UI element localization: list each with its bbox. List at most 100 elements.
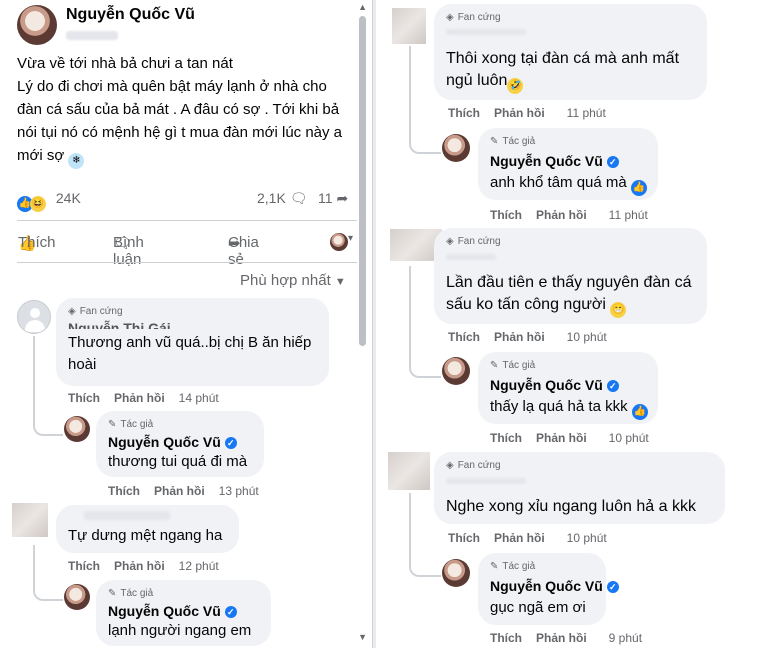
comment-time[interactable]: 12 phút (179, 559, 219, 573)
comment-time[interactable]: 10 phút (567, 531, 607, 545)
comment-reply-button[interactable]: Phản hồi (114, 559, 165, 573)
commenter-name-redacted[interactable] (446, 478, 526, 484)
reply-thread-line (409, 266, 441, 378)
comment-sort-dropdown[interactable]: Phù hợp nhất ▼ (240, 272, 346, 289)
comment-like-button[interactable]: Thích (448, 330, 480, 344)
comment-actions: Thích Phản hồi 11 phút (448, 106, 606, 120)
comment-reply-button[interactable]: Phản hồi (114, 391, 165, 405)
reply-author-name[interactable]: Nguyễn Quốc Vũ ✓ (108, 434, 237, 450)
chevron-down-icon: ▾ (348, 233, 354, 244)
author-avatar[interactable] (442, 357, 470, 385)
author-avatar[interactable] (442, 134, 470, 162)
reaction-count: 24K (55, 190, 81, 206)
commenter-name[interactable]: Nguyễn Thị Gái (68, 320, 171, 329)
author-badge: ✎ Tác giả (490, 561, 535, 572)
reply-author-name-text: Nguyễn Quốc Vũ (490, 377, 603, 393)
fan-badge: ◈ Fan cứng (446, 12, 501, 23)
author-avatar[interactable] (64, 584, 90, 610)
reply-bubble: ✎ Tác giả Nguyễn Quốc Vũ ✓ gục ngã em ơi (478, 553, 619, 625)
reply-bubble: ✎ Tác giả Nguyễn Quốc Vũ ✓ anh khổ tâm quá… (478, 128, 658, 200)
comment-bubble: ◈ Fan cứng Nghe xong xỉu ngang luôn hả a … (434, 452, 725, 524)
comment-actions: Thích Phản hồi 10 phút (448, 330, 607, 344)
post-body-line: Vừa về tới nhà bả chưi a tan nát (17, 55, 233, 72)
reply-like-button[interactable]: Thích (490, 431, 522, 445)
scroll-up-arrow-icon[interactable]: ▲ (358, 2, 367, 12)
reply-time[interactable]: 11 phút (609, 208, 648, 222)
comments-panel: ◈ Fan cứng Thôi xong tại đàn cá mà anh mấ… (376, 0, 780, 648)
reply-time[interactable]: 13 phút (219, 484, 259, 498)
author-badge-label: Tác giả (502, 136, 536, 147)
commenter-name-text: Nguyễn Thị Gái (68, 320, 171, 329)
reply-like-button[interactable]: Thích (490, 208, 522, 222)
like-reaction-icon: 👍 (631, 404, 648, 420)
comment-time[interactable]: 11 phút (567, 106, 606, 120)
author-avatar[interactable] (64, 416, 90, 442)
reply-like-button[interactable]: Thích (108, 484, 140, 498)
comment-like-button[interactable]: Thích (68, 391, 100, 405)
commenter-avatar[interactable] (17, 300, 51, 334)
reply-author-name-text: Nguyễn Quốc Vũ (108, 603, 221, 619)
reply-bubble: ✎ Tác giả Nguyễn Quốc Vũ ✓ thấy lạ quá hả … (478, 352, 658, 424)
diamond-icon: ◈ (68, 306, 76, 317)
reply-bubble: ✎ Tác giả Nguyễn Quốc Vũ ✓ lạnh người ngan… (96, 580, 271, 646)
comment-actions: Thích Phản hồi 10 phút (448, 531, 607, 545)
pencil-icon: ✎ (490, 136, 499, 147)
comment-reply-button[interactable]: Phản hồi (494, 106, 545, 120)
reply-like-button[interactable]: Thích (490, 631, 522, 645)
reply-actions: Thích Phản hồi 9 phút (490, 631, 642, 645)
comment-like-button[interactable]: Thích (448, 531, 480, 545)
reply-author-name[interactable]: Nguyễn Quốc Vũ ✓ (490, 153, 619, 169)
reply-actions: Thích Phản hồi 13 phút (108, 484, 259, 498)
reply-reply-button[interactable]: Phản hồi (154, 484, 205, 498)
reply-time[interactable]: 10 phút (609, 431, 649, 445)
reply-reply-button[interactable]: Phản hồi (536, 631, 587, 645)
reply-time[interactable]: 9 phút (609, 631, 642, 645)
scroll-down-arrow-icon[interactable]: ▼ (358, 632, 367, 642)
comment-reply-button[interactable]: Phản hồi (494, 330, 545, 344)
author-avatar[interactable] (17, 5, 57, 45)
comment-icon: 🗨 (289, 190, 308, 206)
commenter-avatar[interactable] (392, 8, 426, 44)
divider (17, 262, 357, 263)
share-count-group[interactable]: 11 ➦ (318, 190, 348, 207)
comment-text-content: ngủ luôn (446, 72, 508, 89)
scrollbar[interactable] (359, 16, 366, 346)
reply-author-name[interactable]: Nguyễn Quốc Vũ ✓ (490, 377, 619, 393)
reply-reply-button[interactable]: Phản hồi (536, 208, 587, 222)
author-badge-label: Tác giả (120, 419, 154, 430)
diamond-icon: ◈ (446, 236, 454, 247)
reply-text: lạnh người ngang em 😆 (108, 620, 271, 648)
reaction-summary[interactable]: 👍😆 24K (17, 190, 81, 212)
comment-like-button[interactable]: Thích (448, 106, 480, 120)
reply-text: thương tui quá đi mà (108, 453, 248, 470)
verified-badge-icon: ✓ (606, 581, 619, 593)
author-badge: ✎ Tác giả (108, 419, 153, 430)
reply-author-name[interactable]: Nguyễn Quốc Vũ ✓ (490, 578, 619, 594)
comment-like-button[interactable]: Thích (68, 559, 100, 573)
author-avatar[interactable] (442, 559, 470, 587)
fan-badge-label: Fan cứng (457, 460, 501, 471)
reply-reply-button[interactable]: Phản hồi (536, 431, 587, 445)
post-panel: ▲ ▼ Nguyễn Quốc Vũ Vừa về tới nhà bả chư… (0, 0, 373, 648)
reply-text: gục ngã em ơi (490, 599, 586, 616)
share-count: 11 (318, 190, 333, 206)
audience-selector[interactable]: ▾ (330, 233, 353, 251)
commenter-name-redacted[interactable] (84, 511, 170, 520)
commenter-avatar[interactable] (12, 503, 48, 537)
comment-reply-button[interactable]: Phản hồi (494, 531, 545, 545)
post-author-name[interactable]: Nguyễn Quốc Vũ (66, 6, 195, 24)
fan-badge: ◈ Fan cứng (446, 236, 501, 247)
commenter-name-redacted[interactable] (446, 29, 526, 35)
commenter-avatar[interactable] (388, 452, 430, 490)
comment-text-line: Lần đầu tiên e thấy nguyên đàn cá (446, 274, 692, 291)
caret-down-icon: ▼ (334, 276, 346, 288)
comment-time[interactable]: 10 phút (567, 330, 607, 344)
comment-bubble: Tự dưng mệt ngang ha (56, 505, 239, 553)
comment-bubble: ◈ Fan cứng Thôi xong tại đàn cá mà anh mấ… (434, 4, 707, 100)
reply-author-name[interactable]: Nguyễn Quốc Vũ ✓ (108, 603, 237, 619)
verified-badge-icon: ✓ (606, 380, 619, 392)
comment-time[interactable]: 14 phút (179, 391, 219, 405)
commenter-name-redacted[interactable] (446, 254, 496, 260)
comment-count-group[interactable]: 2,1K 🗨 (257, 190, 307, 207)
comment-text-line: Thương anh vũ quá..bị chị B ăn hiếp (68, 334, 312, 351)
